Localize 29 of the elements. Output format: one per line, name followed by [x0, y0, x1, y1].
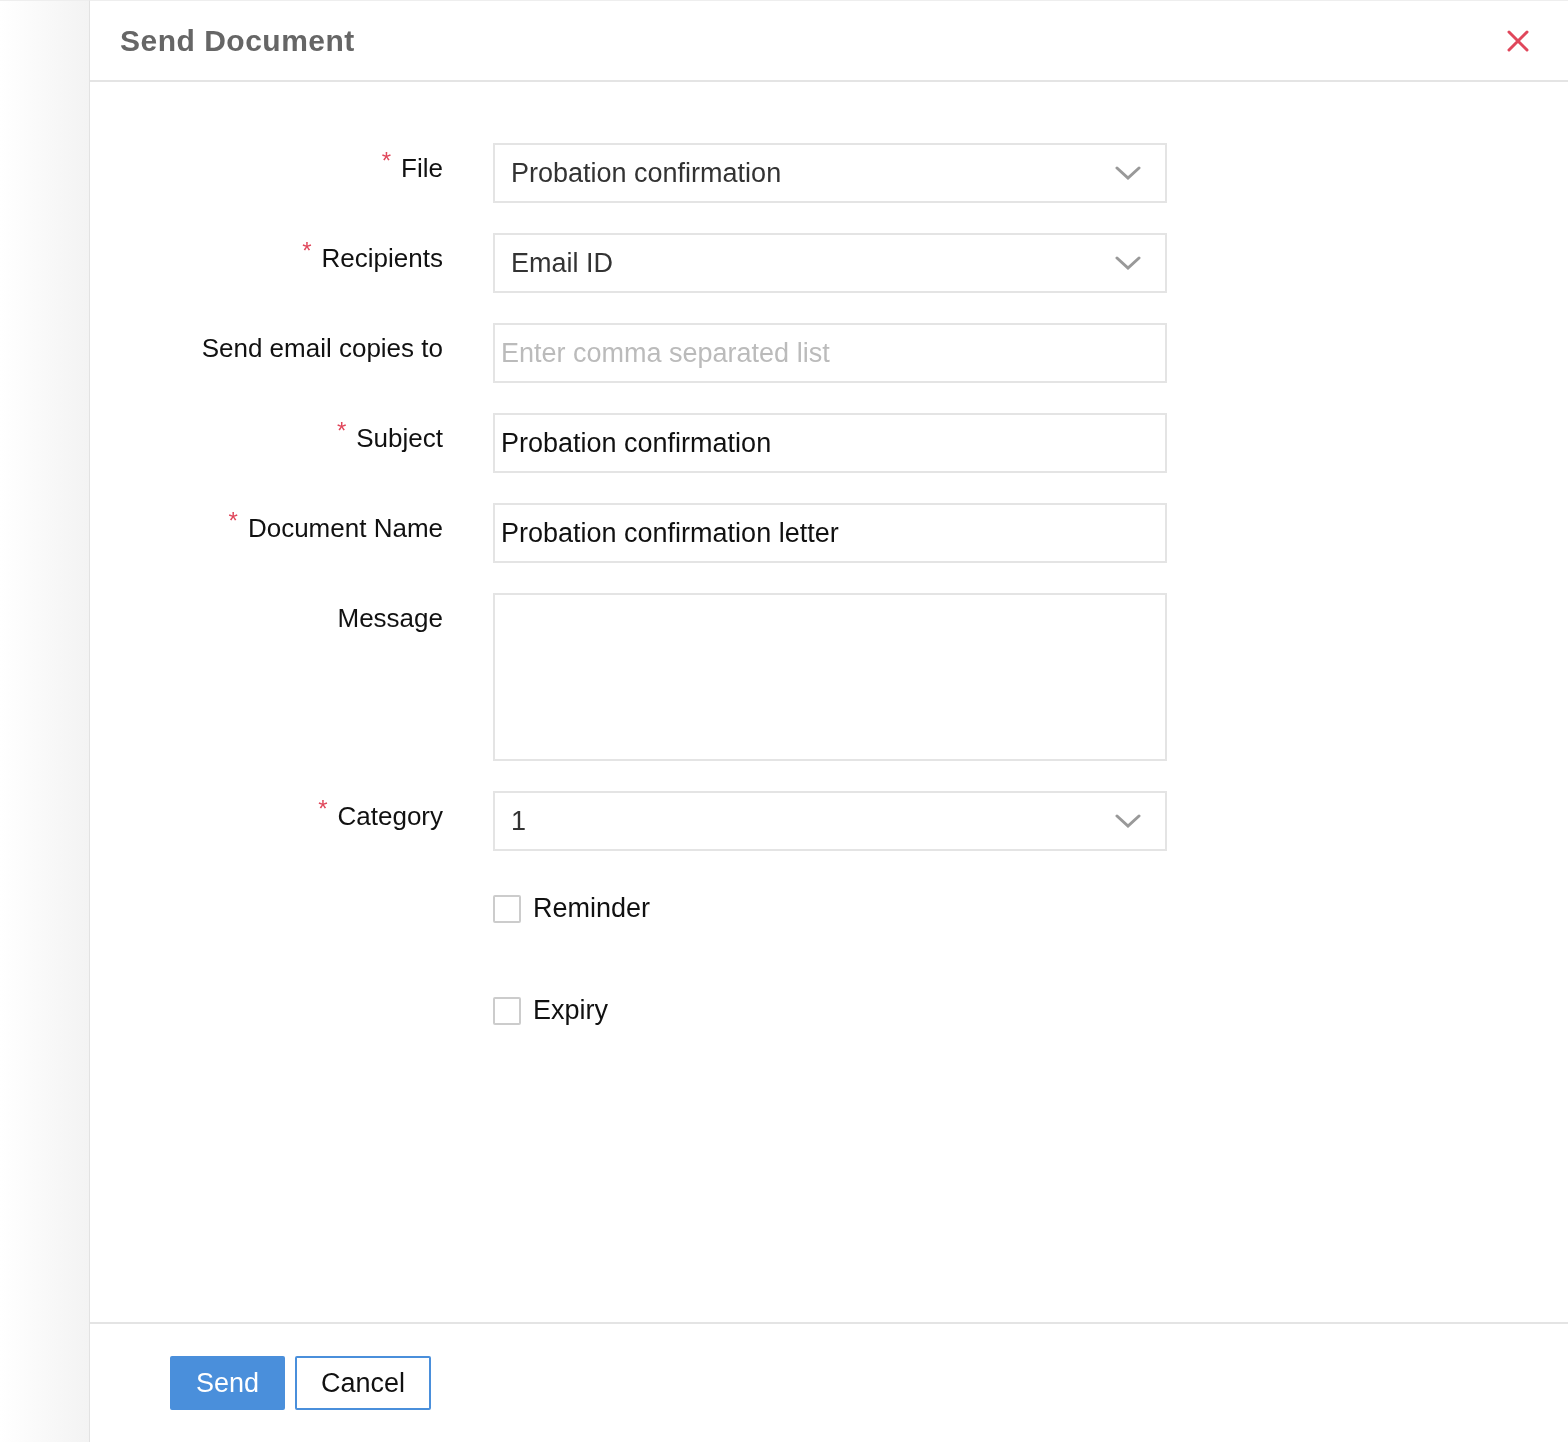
dialog-title: Send Document	[120, 23, 355, 58]
required-asterisk: *	[336, 417, 347, 445]
chevron-down-icon	[1115, 166, 1141, 180]
field-label: Subject	[356, 423, 443, 454]
input-field[interactable]: Probation confirmation	[493, 413, 1167, 473]
chevron-down-icon	[1115, 256, 1141, 270]
checkbox[interactable]	[493, 895, 521, 923]
required-asterisk: *	[302, 237, 312, 265]
message-field[interactable]	[493, 593, 1167, 761]
field-label: Message	[337, 603, 443, 634]
close-icon[interactable]	[1506, 28, 1530, 53]
required-asterisk: *	[228, 507, 238, 535]
checkbox[interactable]	[493, 997, 521, 1025]
field-label: Category	[337, 801, 443, 832]
field-label: Send email copies to	[201, 333, 443, 364]
dropdown[interactable]: 1	[493, 791, 1167, 851]
chevron-down-icon	[1115, 814, 1141, 828]
input-field[interactable]: Enter comma separated list	[493, 323, 1167, 383]
dropdown[interactable]: Email ID	[493, 233, 1167, 293]
checkbox-label: Reminder	[533, 893, 651, 924]
required-asterisk: *	[318, 795, 328, 823]
field-label: Document Name	[247, 513, 443, 544]
input-field[interactable]: Probation confirmation letter	[493, 503, 1167, 563]
checkbox-label: Expiry	[533, 995, 608, 1026]
required-asterisk: *	[381, 147, 392, 175]
field-label: Recipients	[321, 243, 443, 274]
dropdown[interactable]: Probation confirmation	[493, 143, 1167, 203]
cancel-button[interactable]: Cancel	[295, 1356, 432, 1410]
field-label: File	[401, 153, 443, 184]
